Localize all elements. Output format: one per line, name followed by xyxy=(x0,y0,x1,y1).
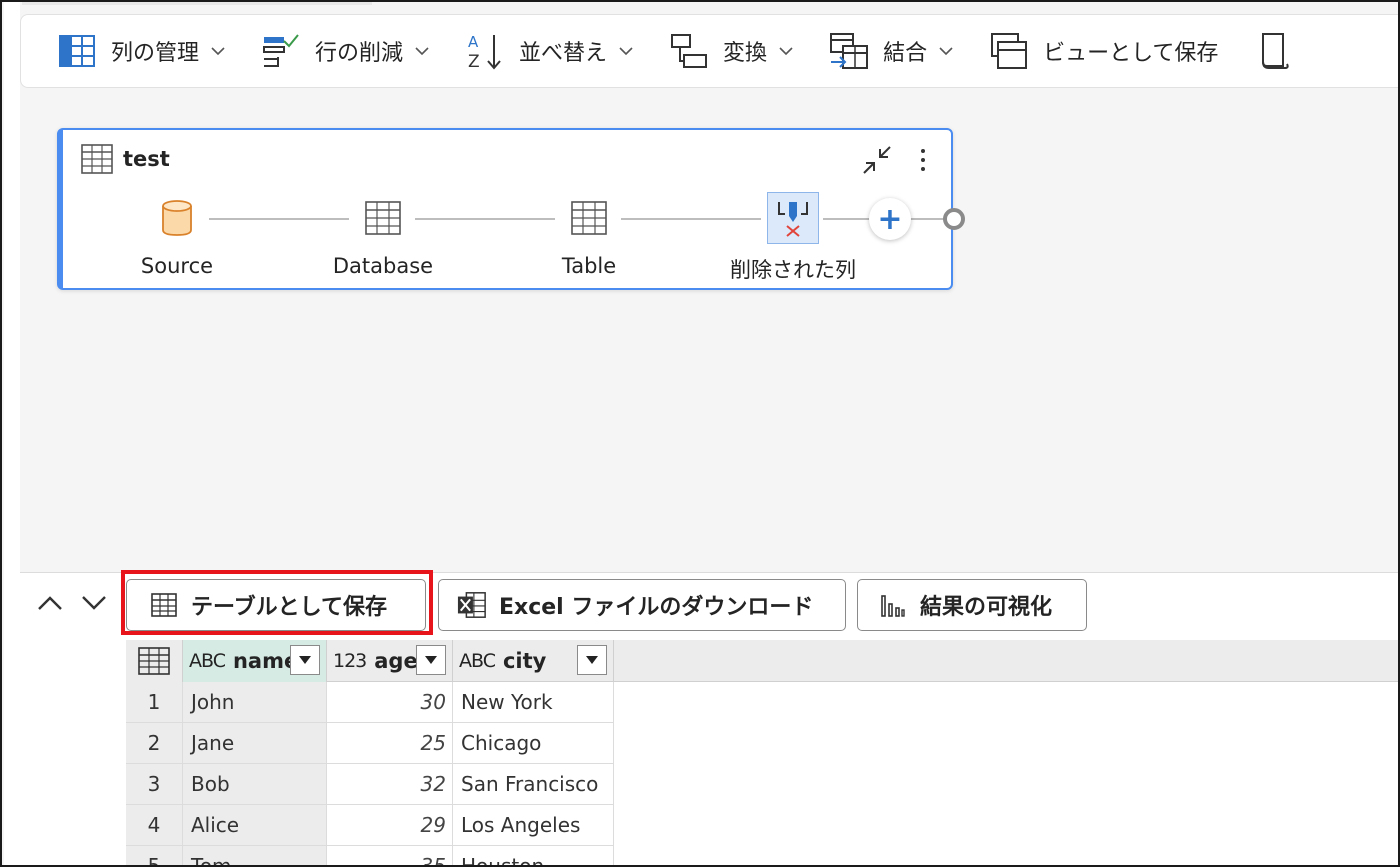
ribbon-more-partial[interactable] xyxy=(1254,27,1308,75)
app-window: 列の管理 行の削減 A Z 並べ替え 変換 結合 ビューとして保存 test S… xyxy=(0,0,1400,867)
sort-icon: A Z xyxy=(465,31,505,71)
step-label: 削除された列 xyxy=(730,258,856,282)
select-all-table-icon[interactable] xyxy=(126,640,183,682)
database-cylinder-icon xyxy=(151,192,203,244)
button-label: Excel ファイルのダウンロード xyxy=(499,595,814,620)
chevron-down-icon xyxy=(415,47,429,56)
chevron-down-icon[interactable] xyxy=(80,591,108,615)
ribbon-manage-columns[interactable]: 列の管理 xyxy=(57,27,225,75)
output-node-icon xyxy=(943,208,965,230)
column-header-city[interactable]: ABC city xyxy=(453,640,614,682)
ribbon-transform[interactable]: 変換 xyxy=(669,27,793,75)
step-connector xyxy=(909,218,945,220)
cell-age[interactable]: 32 xyxy=(327,764,453,805)
table-icon xyxy=(81,144,113,174)
step-database[interactable]: Database xyxy=(303,192,463,278)
save-as-view-icon xyxy=(989,31,1029,71)
text-type-icon: ABC xyxy=(189,650,226,672)
chevron-down-icon xyxy=(779,47,793,56)
dropdown-arrow-icon[interactable] xyxy=(416,645,446,675)
ribbon-label: 結合 xyxy=(883,41,928,66)
transform-icon xyxy=(669,31,709,71)
plus-icon: + xyxy=(877,201,903,237)
save-as-table-button[interactable]: テーブルとして保存 xyxy=(126,579,426,631)
chevron-down-icon xyxy=(619,47,633,56)
row-number: 1 xyxy=(126,682,183,723)
ribbon-label: 列の管理 xyxy=(111,41,200,66)
column-name: name xyxy=(232,649,299,673)
cell-name[interactable]: Bob xyxy=(183,764,327,805)
more-options-icon[interactable] xyxy=(907,140,939,180)
ribbon-label: ビューとして保存 xyxy=(1043,41,1219,66)
manage-columns-icon xyxy=(57,31,97,71)
visualize-results-button[interactable]: 結果の可視化 xyxy=(857,579,1087,631)
table-icon xyxy=(357,192,409,244)
grid-header: ABC name 123 age ABC city xyxy=(126,640,1398,682)
table-icon xyxy=(149,590,179,620)
row-number: 5 xyxy=(126,846,183,865)
reduce-rows-icon xyxy=(261,31,301,71)
text-type-icon: ABC xyxy=(459,650,496,672)
chevron-down-icon xyxy=(211,47,225,56)
remove-columns-icon xyxy=(767,192,819,244)
row-number: 2 xyxy=(126,723,183,764)
svg-text:A: A xyxy=(468,33,479,51)
cell-age[interactable]: 29 xyxy=(327,805,453,846)
cell-city[interactable]: Chicago xyxy=(453,723,614,764)
cell-city[interactable]: San Francisco xyxy=(453,764,614,805)
ribbon-save-as-view[interactable]: ビューとして保存 xyxy=(989,27,1218,75)
add-step-button[interactable]: + xyxy=(869,198,911,240)
ribbon-toolbar: 列の管理 行の削減 A Z 並べ替え 変換 結合 ビューとして保存 xyxy=(20,14,1398,88)
column-header-age[interactable]: 123 age xyxy=(327,640,453,682)
button-label: 結果の可視化 xyxy=(920,595,1053,620)
dropdown-arrow-icon[interactable] xyxy=(290,645,320,675)
ribbon-combine[interactable]: 結合 xyxy=(829,27,953,75)
cell-name[interactable]: Alice xyxy=(183,805,327,846)
cell-name[interactable]: John xyxy=(183,682,327,723)
query-name: test xyxy=(123,147,170,171)
combine-icon xyxy=(829,31,869,71)
cell-name[interactable]: Tom xyxy=(183,846,327,865)
cell-age[interactable]: 30 xyxy=(327,682,453,723)
chevron-up-icon[interactable] xyxy=(36,591,64,615)
row-number: 3 xyxy=(126,764,183,805)
column-name: city xyxy=(502,649,547,673)
chevron-down-icon xyxy=(939,47,953,56)
step-label: Database xyxy=(332,254,434,278)
ribbon-label: 行の削減 xyxy=(315,41,404,66)
top-tab-strip xyxy=(22,2,372,5)
dropdown-arrow-icon[interactable] xyxy=(577,645,607,675)
cell-age[interactable]: 25 xyxy=(327,723,453,764)
excel-icon xyxy=(457,590,487,620)
collapse-icon[interactable] xyxy=(857,140,897,180)
left-edge xyxy=(4,0,20,865)
row-number: 4 xyxy=(126,805,183,846)
column-name: age xyxy=(374,649,418,673)
cell-age[interactable]: 35 xyxy=(327,846,453,865)
cell-name[interactable]: Jane xyxy=(183,723,327,764)
column-header-name[interactable]: ABC name xyxy=(183,640,327,682)
chart-icon xyxy=(878,590,908,620)
step-removed-columns[interactable]: 削除された列 xyxy=(713,192,873,284)
button-label: テーブルとして保存 xyxy=(191,595,388,620)
ribbon-sort[interactable]: A Z 並べ替え xyxy=(465,27,633,75)
query-title: test xyxy=(81,144,170,174)
ribbon-label: 変換 xyxy=(723,41,768,66)
document-icon xyxy=(1254,31,1294,71)
query-card[interactable]: test Source Database Table 削除された列 + xyxy=(57,128,965,290)
table-icon xyxy=(563,192,615,244)
step-label: Source xyxy=(140,254,214,278)
step-table[interactable]: Table xyxy=(509,192,669,278)
step-label: Table xyxy=(561,254,617,278)
ribbon-reduce-rows[interactable]: 行の削減 xyxy=(261,27,429,75)
number-type-icon: 123 xyxy=(333,650,367,672)
download-excel-button[interactable]: Excel ファイルのダウンロード xyxy=(438,579,846,631)
ribbon-label: 並べ替え xyxy=(519,41,608,66)
step-source[interactable]: Source xyxy=(97,192,257,278)
svg-text:Z: Z xyxy=(468,52,480,71)
cell-city[interactable]: Los Angeles xyxy=(453,805,614,846)
cell-city[interactable]: Houston xyxy=(453,846,614,865)
cell-city[interactable]: New York xyxy=(453,682,614,723)
